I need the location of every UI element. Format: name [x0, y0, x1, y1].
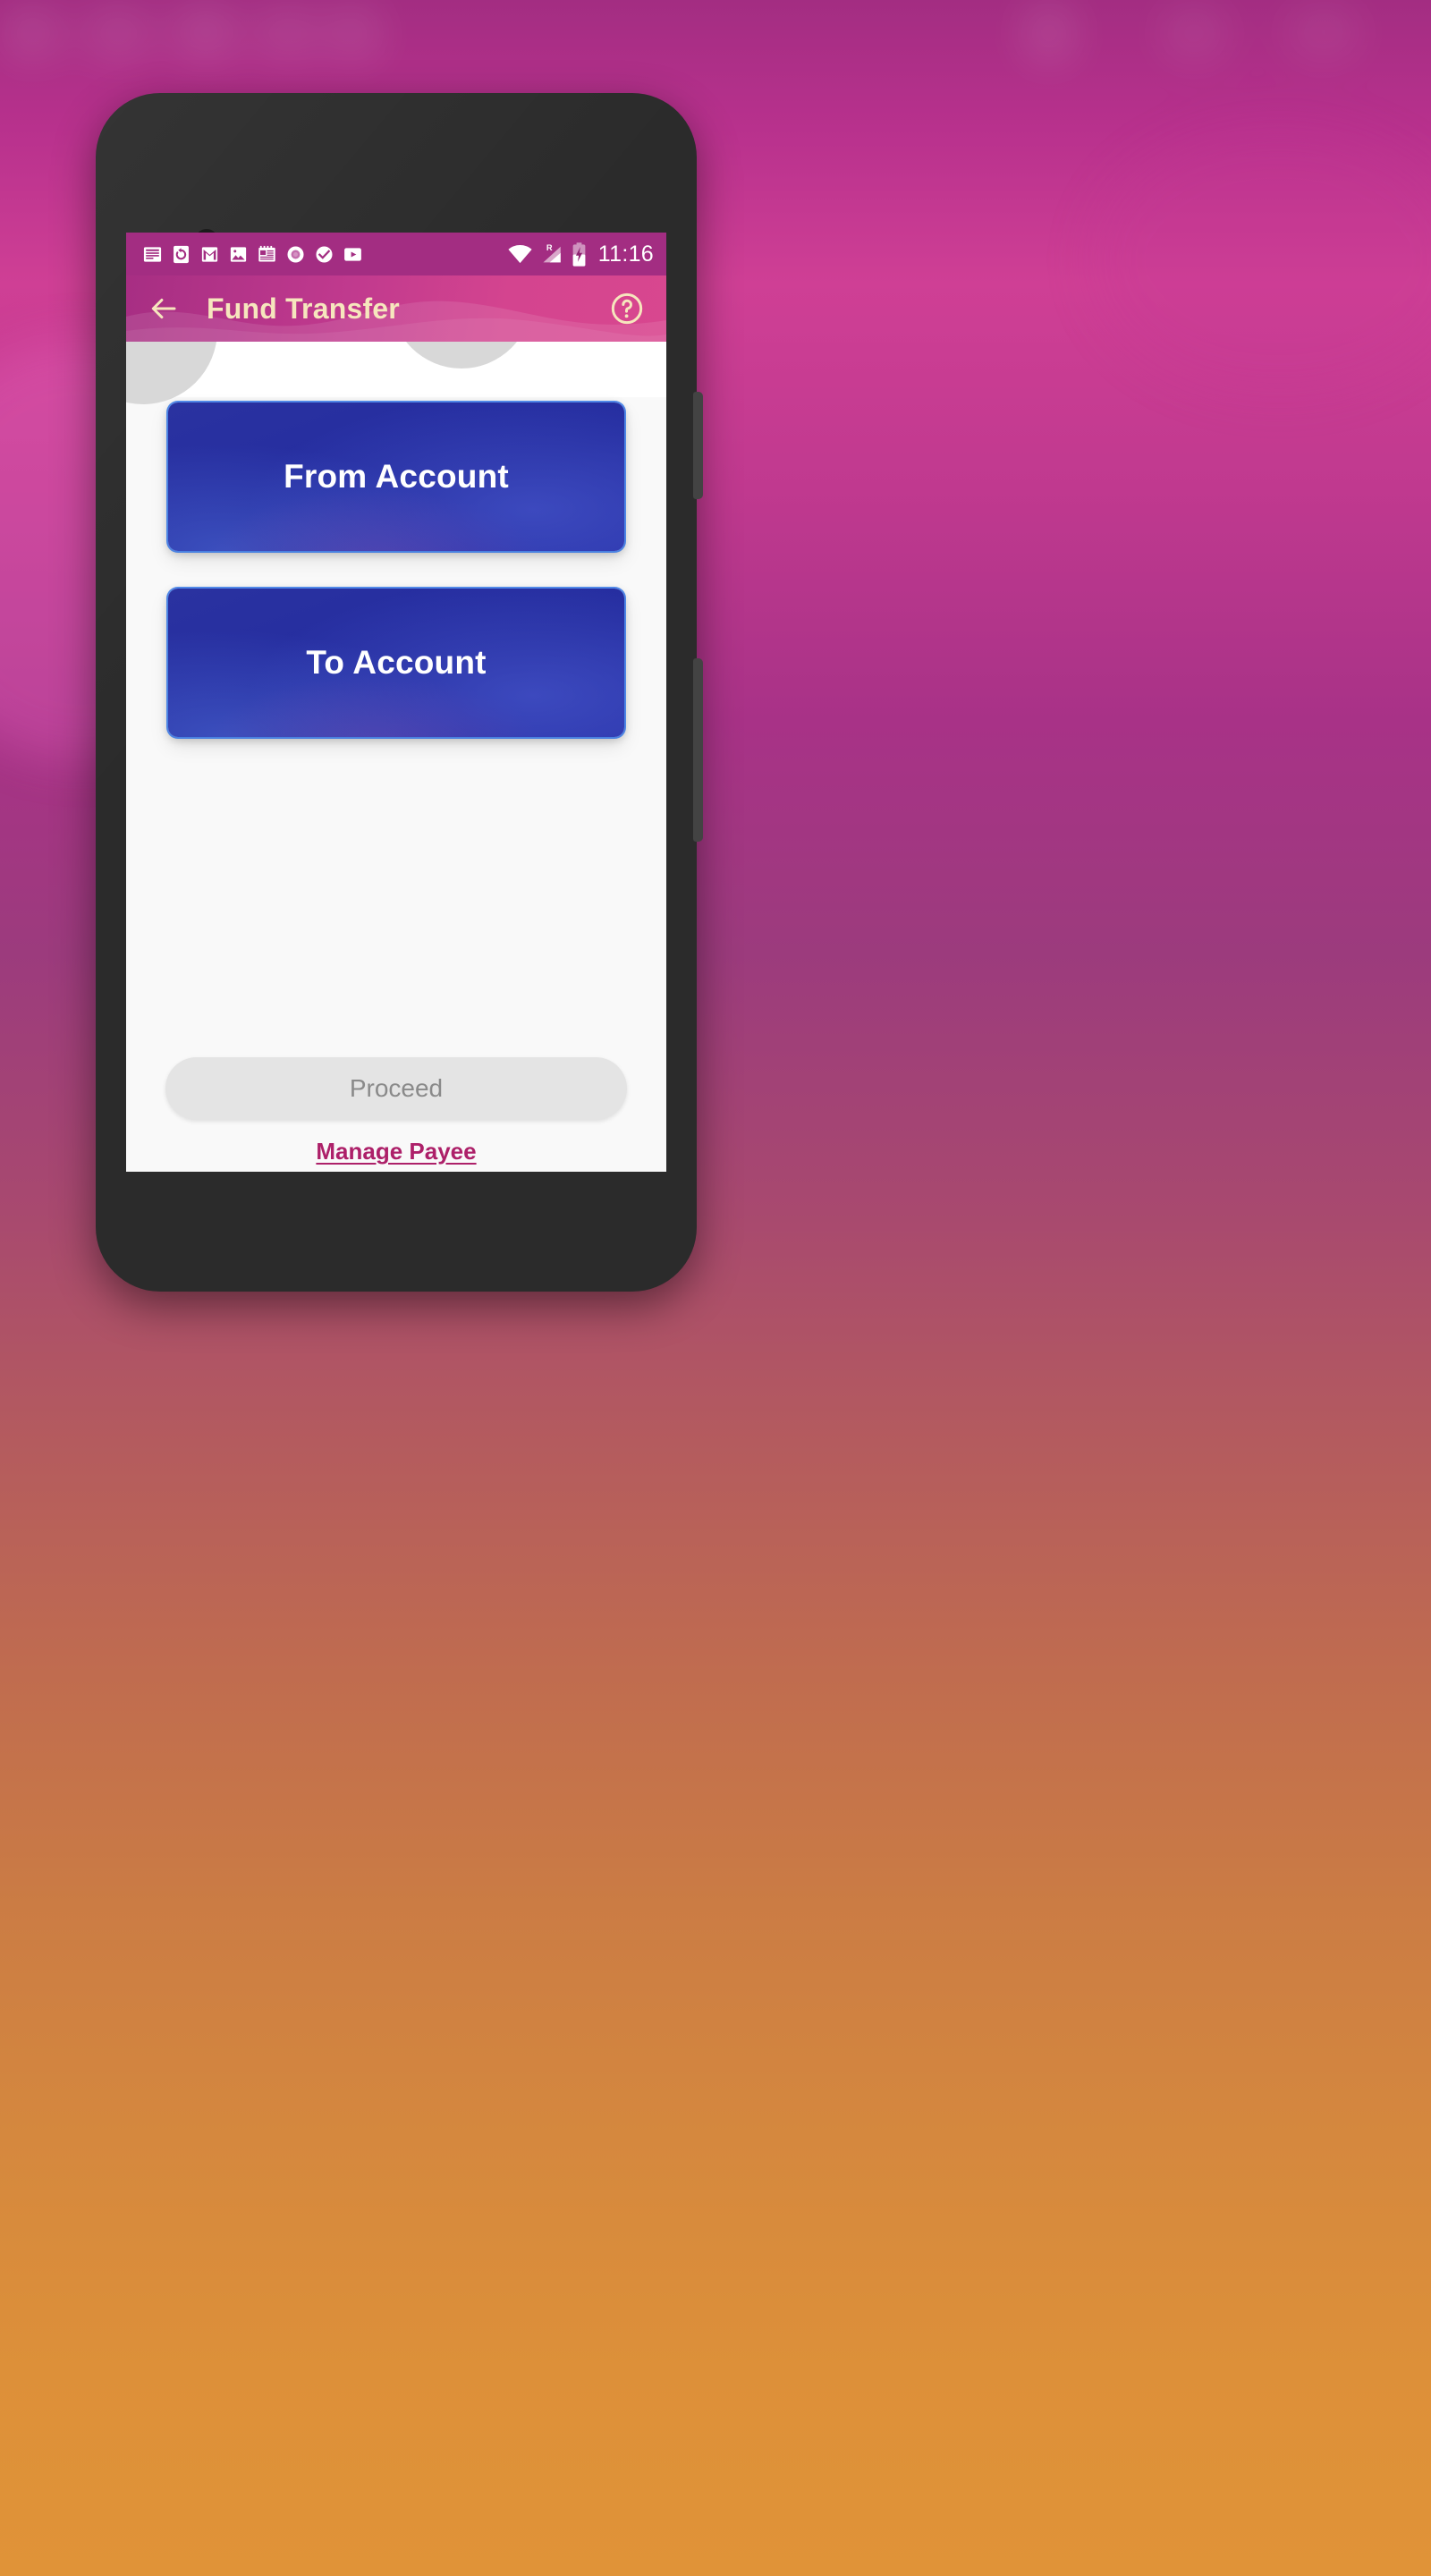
- volume-rocker-button[interactable]: [693, 392, 703, 499]
- system-status-icons-group: R 11:16: [507, 242, 654, 267]
- to-account-button[interactable]: To Account: [168, 589, 624, 737]
- back-arrow-icon[interactable]: [148, 292, 180, 325]
- phone-screen: R 11:16 Fund Transfer From Account To Ac…: [126, 233, 666, 1172]
- news-article-icon: [143, 246, 162, 262]
- manage-payee-link[interactable]: Manage Payee: [126, 1138, 666, 1165]
- record-circle-icon: [287, 245, 304, 263]
- proceed-button[interactable]: Proceed: [165, 1057, 627, 1120]
- youtube-icon: [344, 247, 361, 261]
- gmail-icon: [201, 246, 218, 262]
- backup-sync-icon: [174, 245, 189, 263]
- power-button[interactable]: [693, 658, 703, 842]
- page-title: Fund Transfer: [207, 292, 400, 325]
- from-account-button[interactable]: From Account: [168, 402, 624, 551]
- cellular-signal-roaming-icon: R: [543, 243, 561, 263]
- check-circle-icon: [316, 245, 333, 263]
- svg-text:R: R: [546, 243, 553, 252]
- status-bar-clock: 11:16: [597, 241, 654, 267]
- app-bar: Fund Transfer: [126, 275, 666, 342]
- content-area: From Account To Account Proceed Manage P…: [126, 342, 666, 1172]
- calendar-news-icon: [258, 245, 275, 262]
- wifi-icon: [508, 245, 532, 264]
- phone-device-frame: R 11:16 Fund Transfer From Account To Ac…: [96, 93, 703, 1292]
- battery-charging-icon: [572, 242, 586, 267]
- photos-icon: [230, 246, 247, 262]
- notification-icons-group: [142, 244, 363, 265]
- status-bar: R 11:16: [126, 233, 666, 275]
- help-circle-icon[interactable]: [609, 291, 645, 326]
